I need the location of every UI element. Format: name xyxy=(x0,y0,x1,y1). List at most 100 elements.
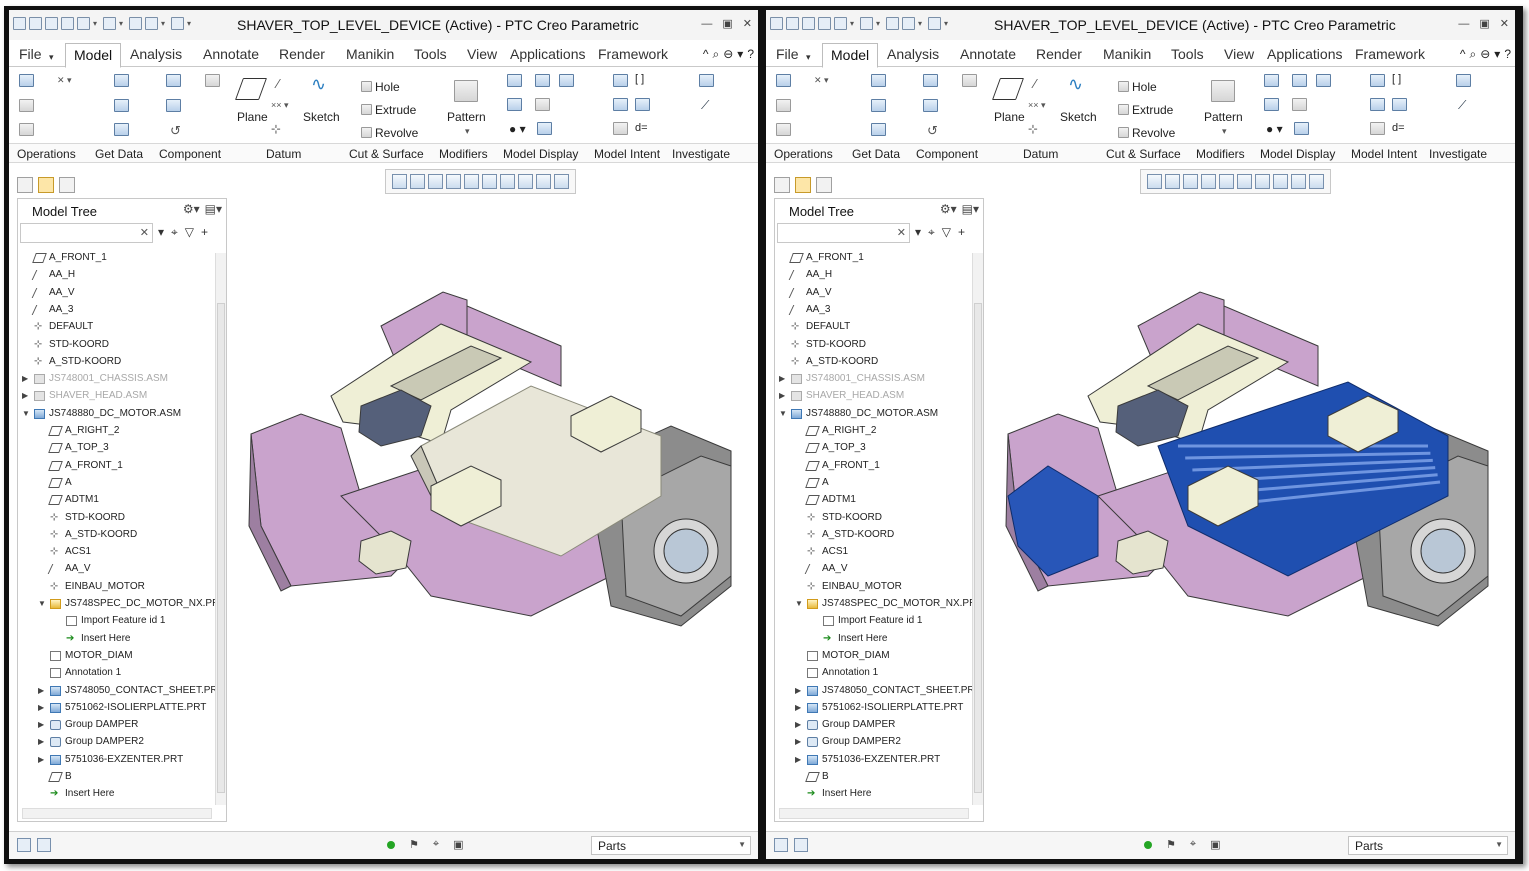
expand-icon[interactable]: ▶ xyxy=(38,703,44,712)
collapse-icon[interactable]: ▼ xyxy=(22,409,30,418)
chevron-down-icon[interactable]: ▾ xyxy=(944,17,951,30)
tree-row[interactable]: ➔ Insert Here xyxy=(18,631,214,648)
tree-vertical-scrollbar[interactable] xyxy=(972,253,983,805)
close-window-icon[interactable] xyxy=(171,17,184,30)
axis-icon[interactable]: ⁄ xyxy=(277,76,279,91)
regen-status-icon[interactable] xyxy=(1144,840,1152,849)
group-model-intent[interactable]: Model Intent xyxy=(1351,147,1417,161)
tab-annotate[interactable]: Annotate xyxy=(960,46,1016,62)
tree-row[interactable]: ▶ SHAVER_HEAD.ASM xyxy=(18,388,214,405)
expand-icon[interactable]: ▶ xyxy=(795,720,801,729)
tree-row[interactable]: ▶ JS748050_CONTACT_SHEET.PR xyxy=(775,683,975,700)
clear-icon[interactable]: ✕ xyxy=(140,226,149,239)
model-view[interactable] xyxy=(988,196,1513,821)
family-table-icon[interactable] xyxy=(613,98,628,111)
chevron-down-icon[interactable]: ▾ xyxy=(1494,47,1500,62)
tree-row[interactable]: A_FRONT_1 xyxy=(775,458,971,475)
chevron-down-icon[interactable]: ▾ xyxy=(465,126,470,137)
tree-row[interactable]: ADTM1 xyxy=(775,492,971,509)
tree-row[interactable]: ▶ SHAVER_HEAD.ASM xyxy=(775,388,971,405)
paste-icon[interactable] xyxy=(776,123,791,136)
display-style-icon[interactable] xyxy=(500,174,515,189)
extend-icon[interactable] xyxy=(507,74,522,87)
clear-icon[interactable]: ✕ xyxy=(897,226,906,239)
tree-row[interactable]: AA_H xyxy=(775,267,971,284)
view-manager-icon[interactable] xyxy=(482,174,497,189)
assemble-icon[interactable] xyxy=(166,74,181,87)
create-component-icon[interactable] xyxy=(166,99,181,112)
windows-icon[interactable] xyxy=(145,17,158,30)
family-table-icon[interactable] xyxy=(1370,98,1385,111)
maximize-icon[interactable]: ▣ xyxy=(722,18,732,30)
sketch-label[interactable]: Sketch xyxy=(1060,110,1097,124)
measure-icon[interactable]: ⟋ xyxy=(1458,98,1466,113)
tree-columns-icon[interactable]: ▤▾ xyxy=(962,202,979,216)
copy-geometry-icon[interactable] xyxy=(114,99,129,112)
parameters-icon[interactable] xyxy=(613,74,628,87)
tree-row[interactable]: ⊹ EINBAU_MOTOR xyxy=(775,579,971,596)
tree-row[interactable]: ▶ Group DAMPER xyxy=(775,717,971,734)
chevron-down-icon[interactable]: ▾ xyxy=(918,17,925,30)
tab-file[interactable]: File xyxy=(19,46,42,62)
chevron-down-icon[interactable]: ▾ xyxy=(850,17,857,30)
plane-icon[interactable] xyxy=(991,78,1025,100)
model-tree-tab-icon[interactable] xyxy=(17,177,33,193)
undo-icon[interactable] xyxy=(834,17,847,30)
datum-display-icon[interactable] xyxy=(518,174,533,189)
tree-row[interactable]: ⊹ STD-KOORD xyxy=(775,337,971,354)
repeat-icon[interactable]: ↺ xyxy=(927,123,938,139)
chevron-down-icon[interactable]: ▾ xyxy=(119,17,126,30)
tab-tools[interactable]: Tools xyxy=(414,46,447,62)
tab-view[interactable]: View xyxy=(1224,46,1254,62)
appearance-icon[interactable]: ● ▾ xyxy=(1266,122,1283,136)
expand-icon[interactable]: ▶ xyxy=(38,686,44,695)
find-icon[interactable]: ⌖ xyxy=(1190,838,1196,851)
tab-annotate[interactable]: Annotate xyxy=(203,46,259,62)
help-icon[interactable]: ? xyxy=(1504,47,1511,62)
group-investigate[interactable]: Investigate xyxy=(1429,147,1487,161)
search-icon[interactable]: ⌕ xyxy=(1469,47,1476,62)
tree-row[interactable]: Import Feature id 1 xyxy=(18,613,214,630)
csys-icon[interactable]: ⊹ xyxy=(271,122,281,136)
tree-row[interactable]: MOTOR_DIAM xyxy=(775,648,971,665)
revolve-icon[interactable] xyxy=(361,127,372,138)
delete-icon[interactable]: ✕ ▾ xyxy=(814,75,829,86)
hole-icon[interactable] xyxy=(1118,81,1129,92)
selection-filter-select[interactable]: Parts ▼ xyxy=(591,836,751,855)
tab-analysis[interactable]: Analysis xyxy=(130,46,182,62)
repaint-icon[interactable] xyxy=(1201,174,1216,189)
group-operations[interactable]: Operations xyxy=(774,147,833,161)
tree-row[interactable]: AA_V xyxy=(775,285,971,302)
group-cut-surface[interactable]: Cut & Surface xyxy=(349,147,424,161)
tree-row[interactable]: ▶ Group DAMPER2 xyxy=(775,734,971,751)
revolve-icon[interactable] xyxy=(1118,127,1129,138)
tab-manikin[interactable]: Manikin xyxy=(1103,46,1151,62)
tree-row[interactable]: A xyxy=(18,475,214,492)
tree-row[interactable]: ⊹ A_STD-KOORD xyxy=(18,354,214,371)
tab-manikin[interactable]: Manikin xyxy=(346,46,394,62)
redo-icon[interactable] xyxy=(860,17,873,30)
measure-icon[interactable]: ⟋ xyxy=(701,98,709,113)
hole-label[interactable]: Hole xyxy=(1132,80,1157,94)
find-icon[interactable]: ⌖ xyxy=(171,225,178,240)
collapse-icon[interactable]: ▼ xyxy=(38,599,46,608)
collapse-icon[interactable]: ▼ xyxy=(779,409,787,418)
group-model-intent[interactable]: Model Intent xyxy=(594,147,660,161)
pattern-icon[interactable] xyxy=(454,80,478,102)
tab-model[interactable]: Model xyxy=(65,43,122,68)
help-icon[interactable]: ? xyxy=(747,47,754,62)
tab-framework[interactable]: Framework xyxy=(1355,46,1425,62)
tree-horizontal-scrollbar[interactable] xyxy=(22,808,212,819)
group-component[interactable]: Component xyxy=(159,147,221,161)
regenerate-icon[interactable] xyxy=(129,17,142,30)
expand-icon[interactable]: ▶ xyxy=(795,686,801,695)
expand-icon[interactable]: ▶ xyxy=(779,374,785,383)
axis-icon[interactable]: ⁄ xyxy=(1034,76,1036,91)
expand-icon[interactable]: ▶ xyxy=(795,737,801,746)
user-defined-feature-icon[interactable] xyxy=(114,74,129,87)
tab-view[interactable]: View xyxy=(467,46,497,62)
folder-browser-tab-icon[interactable] xyxy=(38,177,54,193)
graphics-area[interactable] xyxy=(988,196,1513,821)
zoom-in-icon[interactable] xyxy=(1165,174,1180,189)
tree-row[interactable]: Import Feature id 1 xyxy=(775,613,971,630)
